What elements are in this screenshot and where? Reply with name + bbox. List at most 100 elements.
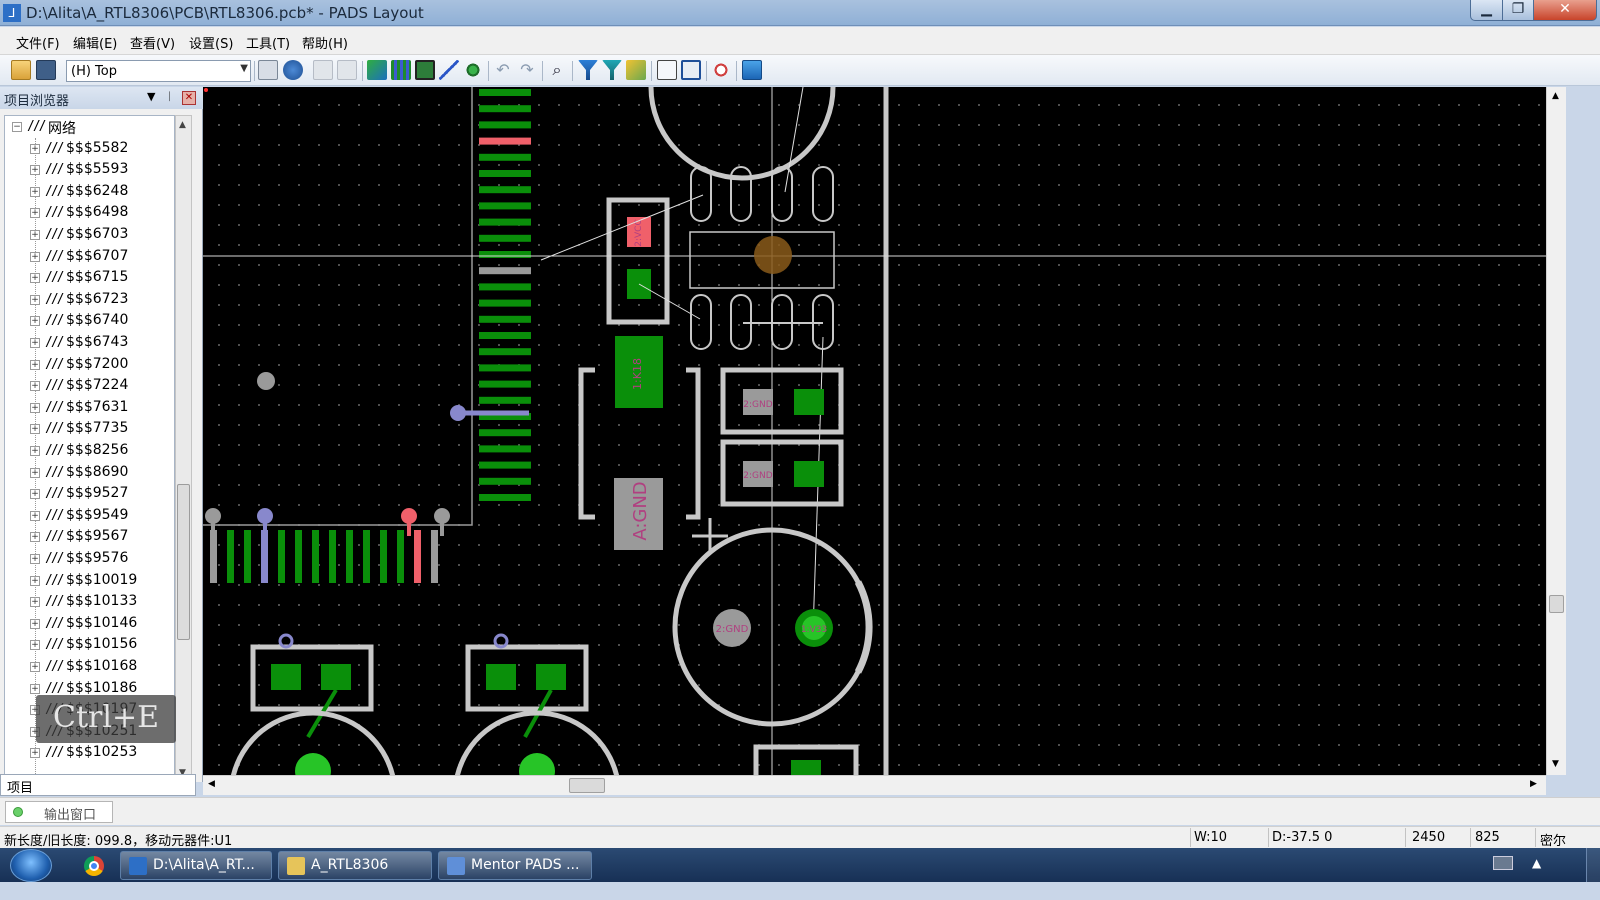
chrome-icon[interactable] — [84, 856, 104, 876]
expand-icon[interactable]: + — [30, 683, 40, 694]
expand-icon[interactable]: + — [30, 748, 40, 759]
expand-icon[interactable]: + — [30, 316, 40, 327]
tray-expand-icon[interactable]: ▲ — [1532, 856, 1541, 870]
expand-icon[interactable]: + — [30, 467, 40, 478]
ic-pad[interactable] — [397, 530, 404, 583]
tree-net-item[interactable]: + ///$$$6715 — [5, 268, 174, 289]
scroll-up-icon[interactable]: ▲ — [1552, 91, 1559, 101]
filter-icon[interactable] — [578, 60, 598, 80]
board-icon[interactable] — [415, 60, 435, 80]
net-icon[interactable] — [391, 60, 411, 80]
tree-net-item[interactable]: + ///$$$7224 — [5, 376, 174, 397]
canvas-vertical-scrollbar[interactable]: ▲ ▼ — [1546, 87, 1566, 775]
ic-pad[interactable] — [479, 153, 531, 161]
expand-icon[interactable]: + — [30, 294, 40, 305]
pad-round-green[interactable] — [519, 753, 555, 775]
open-icon[interactable] — [11, 60, 31, 80]
tree-net-item[interactable]: + ///$$$10133 — [5, 592, 174, 613]
scroll-left-icon[interactable]: ◀ — [208, 779, 215, 789]
tree-net-item[interactable]: + ///$$$6743 — [5, 333, 174, 354]
tree-net-item[interactable]: + ///$$$10156 — [5, 635, 174, 656]
route-icon[interactable] — [367, 60, 387, 80]
soic-pad[interactable] — [730, 166, 752, 222]
undo-icon[interactable]: ↶ — [493, 60, 513, 80]
ic-pad[interactable] — [479, 170, 531, 177]
expand-icon[interactable]: + — [30, 446, 40, 456]
tree-net-item[interactable]: + ///$$$6498 — [5, 203, 174, 224]
ic-pad[interactable] — [479, 89, 531, 96]
pad-green[interactable] — [794, 389, 824, 415]
expand-icon[interactable]: + — [30, 165, 40, 176]
maximize-button[interactable]: ❐ — [1502, 0, 1534, 21]
ic-pad[interactable] — [479, 202, 531, 210]
expand-icon[interactable]: + — [30, 618, 40, 629]
expand-icon[interactable]: + — [30, 273, 40, 284]
ic-pad[interactable] — [312, 530, 319, 583]
scroll-right-icon[interactable]: ▶ — [1530, 779, 1537, 789]
start-button[interactable] — [10, 849, 52, 882]
copy-icon[interactable] — [313, 60, 333, 80]
ic-pad[interactable] — [479, 380, 531, 388]
pin-icon[interactable] — [626, 60, 646, 80]
ic-pad[interactable] — [244, 530, 251, 583]
expand-icon[interactable]: + — [30, 597, 40, 608]
output-window-tab[interactable]: 输出窗口 — [5, 801, 113, 823]
ic-pad[interactable] — [479, 299, 531, 307]
soic-pad[interactable] — [690, 294, 712, 350]
properties-icon[interactable] — [258, 60, 278, 80]
trace[interactable] — [407, 516, 411, 536]
canvas-vertical-scrollbar-thumb[interactable] — [1549, 595, 1564, 613]
via[interactable] — [257, 372, 275, 390]
expand-icon[interactable]: + — [30, 230, 40, 240]
trace[interactable] — [263, 516, 267, 536]
tree-net-item[interactable]: + ///$$$8256 — [5, 441, 174, 462]
paste-icon[interactable] — [337, 60, 357, 80]
ic-pad[interactable] — [479, 348, 531, 356]
close-icon[interactable]: ✕ — [182, 91, 196, 105]
trace-icon[interactable] — [439, 60, 459, 80]
pad-round-green[interactable] — [295, 753, 331, 775]
ic-pad[interactable] — [363, 530, 370, 583]
pad-green[interactable] — [321, 664, 351, 690]
pad-green[interactable] — [486, 664, 516, 690]
dropdown-arrow-icon[interactable]: ▼ — [147, 90, 155, 103]
tree-net-item[interactable]: + ///$$$7631 — [5, 398, 174, 419]
ic-pad[interactable] — [431, 530, 438, 583]
pin-icon[interactable]: ᛁ — [166, 90, 173, 103]
tree-net-item[interactable]: + ///$$$10146 — [5, 614, 174, 635]
taskbar-item-mentor-pads[interactable]: Mentor PADS ... — [438, 851, 592, 880]
pad-green[interactable] — [794, 461, 824, 487]
expand-icon[interactable]: + — [30, 186, 40, 197]
ic-pad[interactable] — [479, 332, 531, 339]
tree-scrollbar-thumb[interactable] — [177, 484, 190, 640]
ic-pad[interactable] — [210, 530, 217, 583]
window-icon[interactable] — [681, 60, 701, 80]
tree-net-item[interactable]: + ///$$$6248 — [5, 182, 174, 203]
tree-net-item[interactable]: + ///$$$9527 — [5, 484, 174, 505]
pad-green[interactable] — [791, 760, 821, 775]
redo-icon[interactable]: ↷ — [517, 60, 537, 80]
ic-pad[interactable] — [479, 121, 531, 129]
tree-net-item[interactable]: + ///$$$7735 — [5, 419, 174, 440]
tree-net-item[interactable]: + ///$$$5593 — [5, 160, 174, 181]
tree-net-item[interactable]: + ///$$$8690 — [5, 463, 174, 484]
ic-pad[interactable] — [479, 396, 531, 404]
menu-setup[interactable]: 设置(S) — [189, 33, 233, 52]
expand-icon[interactable]: + — [30, 575, 40, 586]
ic-pad[interactable] — [479, 105, 531, 113]
expand-icon[interactable]: + — [30, 424, 40, 435]
ic-pad[interactable] — [227, 530, 234, 583]
collapse-icon[interactable]: − — [12, 122, 22, 132]
layer-dropdown[interactable]: (H) Top ▼ — [66, 60, 251, 82]
menu-tools[interactable]: 工具(T) — [246, 33, 290, 52]
ic-pad[interactable] — [479, 137, 531, 145]
via[interactable] — [450, 405, 466, 421]
report-icon[interactable] — [657, 60, 677, 80]
taskbar-item-folder[interactable]: A_RTL8306 — [278, 851, 432, 880]
expand-icon[interactable]: + — [30, 251, 40, 262]
tree-scrollbar[interactable]: ▲ ▼ — [175, 115, 192, 783]
expand-icon[interactable]: + — [30, 359, 40, 370]
expand-icon[interactable]: + — [30, 208, 40, 219]
canvas-horizontal-scrollbar-thumb[interactable] — [569, 778, 605, 793]
ic-pad[interactable] — [479, 429, 531, 437]
